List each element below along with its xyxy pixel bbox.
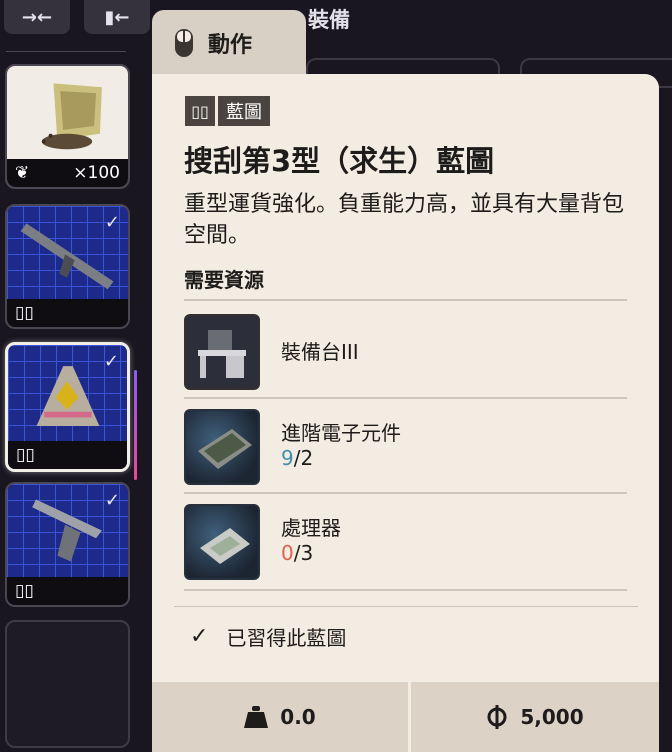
tooltip-footer: 0.0 5,000: [152, 682, 659, 752]
tag-label: 藍圖: [218, 96, 270, 126]
needed-count: 2: [300, 446, 314, 470]
item-description: 重型運貨強化。負重能力高，並具有大量背包空間。: [184, 192, 625, 248]
divider: [174, 606, 638, 607]
requirement-row: 處理器 0/3: [184, 492, 627, 586]
workbench-thumbnail: [184, 314, 260, 390]
book-icon: ▯▯: [185, 96, 215, 126]
slot-info-bar: ▯▯: [7, 299, 128, 327]
inventory-slot-seeds[interactable]: ❦ ×100: [5, 64, 130, 189]
collapse-button[interactable]: →←: [4, 0, 70, 34]
requirements-heading: 需要資源: [184, 268, 264, 292]
action-tab[interactable]: 動作: [152, 10, 306, 76]
action-tab-label: 動作: [208, 33, 253, 58]
requirement-count: 9/2: [281, 446, 313, 470]
requirement-count: 0/3: [281, 541, 313, 565]
electronics-thumbnail: [184, 409, 260, 485]
inventory-slot-rifle-blueprint[interactable]: ✓ ▯▯: [5, 204, 130, 329]
divider: [184, 299, 627, 301]
price-value: 5,000: [520, 705, 584, 729]
needed-count: 3: [300, 541, 314, 565]
learned-label: 已習得此藍圖: [226, 626, 347, 650]
requirement-name: 處理器: [281, 516, 341, 540]
slot-info-bar: ▯▯: [8, 441, 127, 469]
inventory-slot-pistol-blueprint[interactable]: ✓ ▯▯: [5, 482, 130, 607]
inventory-slot-backpack-blueprint[interactable]: ✓ ▯▯: [5, 342, 130, 472]
slot-info-bar: ▯▯: [7, 577, 128, 605]
currency-icon: [487, 705, 507, 729]
weight-icon: [244, 706, 269, 728]
selection-glow: [134, 370, 137, 480]
processor-thumbnail: [184, 504, 260, 580]
weight-cell: 0.0: [152, 682, 408, 752]
requirement-name: 裝備台III: [281, 340, 359, 364]
weight-value: 0.0: [280, 705, 316, 729]
inventory-slot-empty[interactable]: [5, 620, 130, 748]
mouse-icon: [175, 29, 193, 57]
item-tooltip: ▯▯ 藍圖 搜刮第3型（求生）藍圖 重型運貨強化。負重能力高，並具有大量背包空間…: [152, 74, 659, 752]
book-icon: ▯▯: [16, 445, 35, 465]
collapse-arrows-icon: →←: [21, 6, 53, 28]
filter-arrows-icon: ▮←: [104, 6, 130, 28]
book-icon: ▯▯: [15, 581, 34, 601]
requirement-name: 進階電子元件: [281, 421, 401, 445]
divider: [6, 51, 126, 52]
item-count: ×100: [73, 163, 120, 183]
divider: [184, 589, 627, 591]
learned-check-icon: ✓: [104, 212, 120, 233]
item-title: 搜刮第3型（求生）藍圖: [184, 144, 495, 178]
slot-info-bar: ❦ ×100: [7, 159, 128, 187]
requirement-row: 進階電子元件 9/2: [184, 397, 627, 491]
price-cell: 5,000: [411, 682, 659, 752]
leaf-icon: ❦: [15, 163, 30, 183]
blueprint-tag: ▯▯ 藍圖: [185, 96, 270, 126]
owned-count: 0: [281, 541, 294, 565]
check-icon: ✓: [190, 624, 209, 649]
requirement-row: 裝備台III: [184, 302, 627, 396]
filter-button[interactable]: ▮←: [84, 0, 150, 34]
learned-check-icon: ✓: [103, 351, 119, 372]
learned-status: ✓ 已習得此藍圖: [190, 622, 346, 651]
book-icon: ▯▯: [15, 303, 34, 323]
equipment-heading: 裝備: [308, 8, 350, 32]
learned-check-icon: ✓: [104, 490, 120, 511]
owned-count: 9: [281, 446, 294, 470]
